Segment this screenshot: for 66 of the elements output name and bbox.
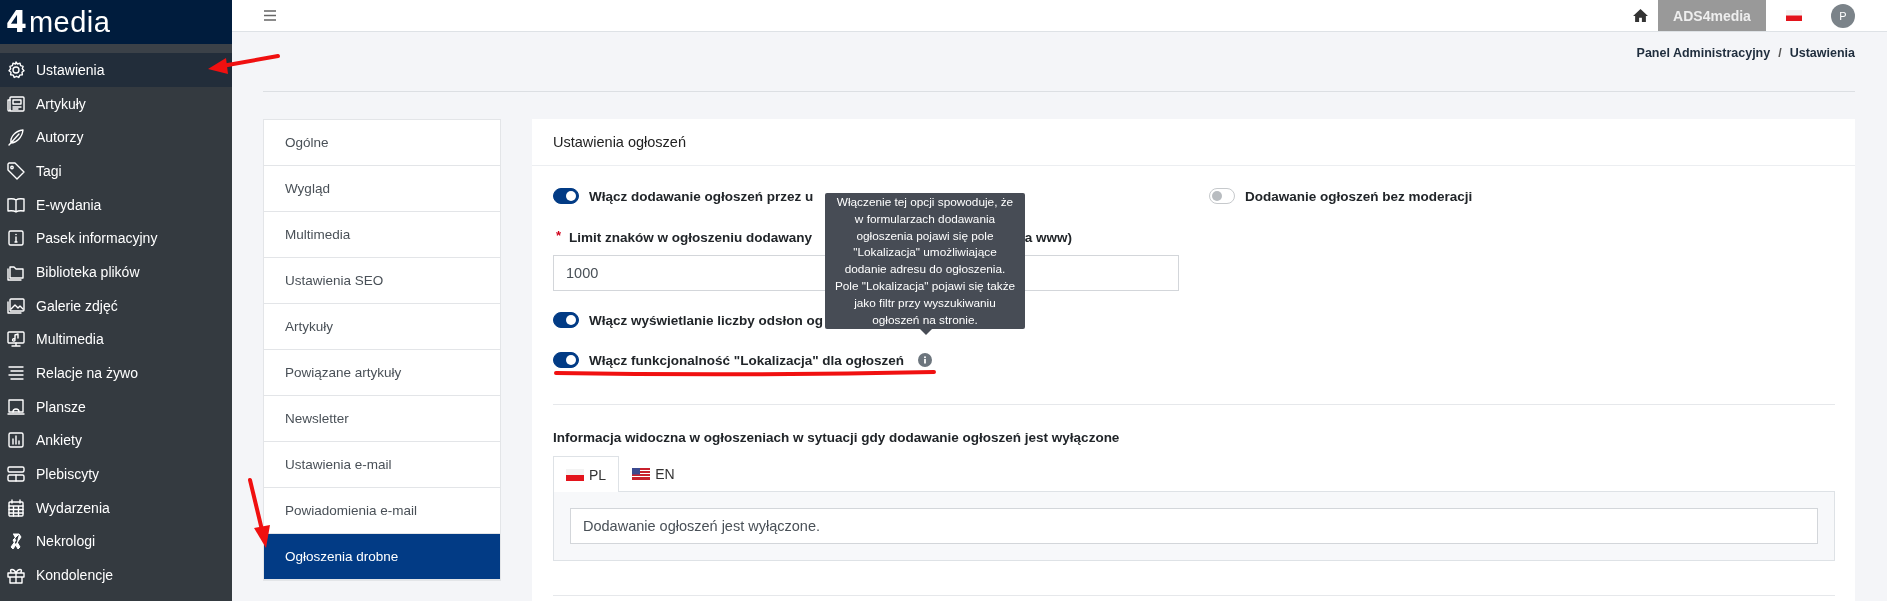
settings-menu-item[interactable]: Ustawienia SEO	[264, 258, 500, 304]
sidebar-item[interactable]: Ankiety	[0, 423, 232, 458]
sidebar-item[interactable]: Kondolencje	[0, 558, 232, 592]
sidebar-item[interactable]: Plebiscyty	[0, 457, 232, 491]
sidebar-item[interactable]: Relacje na żywo	[0, 356, 232, 390]
required-mark: *	[556, 228, 562, 243]
toggle-label: Włącz dodawanie ogłoszeń przez u	[589, 188, 814, 204]
input-field[interactable]: Dodawanie ogłoszeń jest wyłączone.	[570, 508, 1818, 544]
breadcrumb-link[interactable]: Panel Administracyjny	[1636, 46, 1771, 60]
sidebar-item[interactable]: Galerie zdjęć	[0, 288, 232, 323]
toggle-label: Włącz funkcjonalność "Lokalizacja" dla ogłoszeń	[589, 352, 905, 368]
field-label: Limit znaków w ogłoszeniu dodawany	[569, 229, 813, 247]
sidebar-item[interactable]: E-wydania	[0, 187, 232, 222]
avatar[interactable]: P	[1831, 3, 1855, 28]
toggle-switch[interactable]	[553, 312, 579, 328]
settings-menu-item[interactable]: Newsletter	[264, 396, 500, 442]
sidebar-item[interactable]: Ustawienia	[0, 53, 232, 87]
sidebar-item[interactable]: Pasek informacyjny	[0, 221, 232, 256]
toggle-switch[interactable]	[553, 188, 579, 204]
language-tab[interactable]: EN	[619, 455, 688, 491]
breadcrumb-link[interactable]: Ustawienia	[1789, 46, 1855, 60]
gear-icon	[6, 59, 26, 80]
flag-icon	[566, 468, 584, 481]
arrow-annotation	[208, 54, 280, 74]
settings-menu-item[interactable]: Artykuły	[264, 304, 500, 350]
board-icon	[6, 396, 26, 417]
settings-menu-item[interactable]: Ustawienia e-mail	[264, 442, 500, 488]
flag-icon[interactable]	[1786, 10, 1802, 21]
monitor-icon	[6, 329, 26, 350]
settings-menu-item[interactable]: Wygląd	[264, 166, 500, 212]
sidebar-item[interactable]: Plansze	[0, 389, 232, 424]
sidebar-item[interactable]: Multimedia	[0, 322, 232, 357]
feather-icon	[6, 127, 26, 148]
info-icon	[6, 228, 26, 249]
toggle-switch[interactable]	[553, 352, 579, 368]
newspaper-icon	[6, 93, 26, 114]
settings-menu-item[interactable]: Powiązane artykuły	[264, 350, 500, 396]
flag-icon	[632, 467, 651, 480]
card-title: Ustawienia ogłoszeń	[553, 134, 686, 150]
field-label: a www)	[1024, 229, 1072, 247]
language-tab[interactable]: PL	[553, 456, 620, 492]
menu-icon[interactable]	[264, 10, 276, 21]
toggle-label: Włącz wyświetlanie liczby odsłon og	[589, 312, 824, 328]
settings-menu-item[interactable]: Ogólne	[264, 120, 500, 166]
arrow-annotation	[248, 478, 270, 548]
layout-icon	[6, 464, 26, 485]
sidebar-item[interactable]: Wydarzenia	[0, 490, 232, 525]
sidebar-item[interactable]: Biblioteka plików	[0, 255, 232, 289]
tooltip: Włączenie tej opcji spowoduje, że w formularzach dodawania ogłoszenia pojawi się pole "Lokalizacja" umożliwiające dodanie adresu do ogłoszenia. Pole "Lokalizacja" pojawi się także jako filtr przy wyszukiwaniu ogłoszeń na stronie.	[825, 193, 1025, 330]
settings-menu-item[interactable]: Ogłoszenia drobne	[264, 534, 500, 580]
settings-menu-item[interactable]: Multimedia	[264, 212, 500, 258]
home-icon[interactable]	[1633, 9, 1648, 22]
tooltip-arrow	[920, 329, 932, 336]
calendar-icon	[6, 497, 26, 518]
sidebar-item[interactable]: Autorzy	[0, 120, 232, 155]
sidebar-item[interactable]: Nekrologi	[0, 524, 232, 559]
logo[interactable]: 4media	[0, 0, 232, 44]
tag-icon	[6, 160, 26, 181]
info-icon[interactable]	[918, 353, 933, 367]
breadcrumb-separator: /	[1778, 46, 1782, 60]
chart-icon	[6, 430, 26, 451]
toggle-label: Dodawanie ogłoszeń bez moderacji	[1245, 188, 1473, 204]
sidebar-item[interactable]: Artykuły	[0, 86, 232, 121]
image-icon	[6, 295, 26, 316]
sidebar-item[interactable]: Tagi	[0, 154, 232, 188]
section-heading: Informacja widoczna w ogłoszeniach w sytuacji gdy dodawanie ogłoszeń jest wyłączone	[553, 429, 1121, 447]
